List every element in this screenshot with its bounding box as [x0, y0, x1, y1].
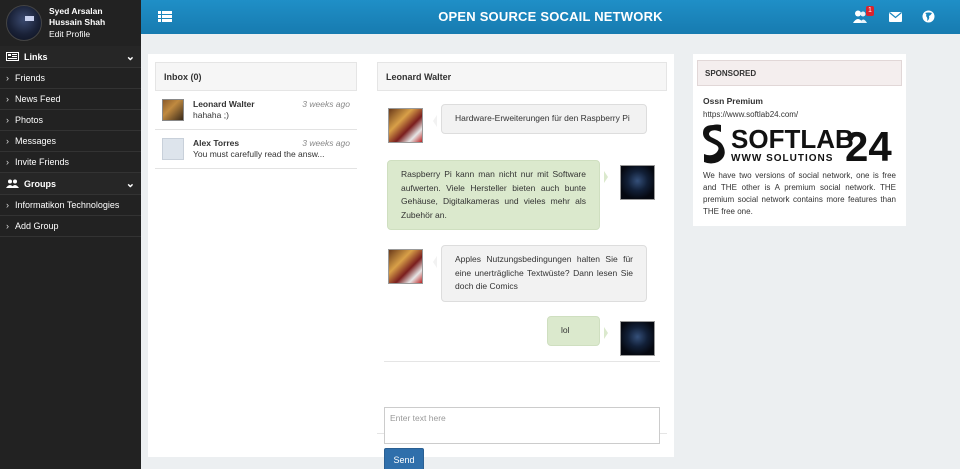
sponsored-title[interactable]: Ossn Premium: [703, 96, 763, 106]
inbox-message-item[interactable]: Alex Torres 3 weeks ago You must carefull…: [155, 130, 357, 169]
sidebar-item-label: Photos: [15, 115, 44, 125]
sidebar-item-label: News Feed: [15, 94, 61, 104]
links-section-header[interactable]: Links ⌄: [0, 46, 141, 68]
messages-panel: Inbox (0) Leonard Walter 3 weeks ago haha…: [148, 54, 674, 469]
sender-name: Leonard Walter: [193, 99, 255, 109]
links-header-label: Links: [24, 51, 48, 62]
svg-text:SOFTLAB: SOFTLAB: [731, 124, 854, 154]
conversation-panel: Leonard Walter Hardware-Erweiterungen fü…: [377, 62, 667, 469]
message-input[interactable]: [384, 407, 660, 444]
message-bubble-outgoing: Raspberry Pi kann man nicht nur mit Soft…: [387, 160, 608, 230]
chevron-right-icon: ›: [6, 221, 9, 231]
topbar: OPEN SOURCE SOCAIL NETWORK 1: [141, 0, 960, 34]
message-bubble-incoming: Hardware-Erweiterungen für den Raspberry…: [433, 104, 647, 134]
sponsored-header: SPONSORED: [697, 60, 902, 86]
sidebar-item-label: Invite Friends: [15, 157, 70, 167]
conversation-body: Hardware-Erweiterungen für den Raspberry…: [377, 91, 667, 469]
chevron-down-icon: ⌄: [125, 178, 135, 190]
chevron-right-icon: ›: [6, 73, 9, 83]
user-name-line2[interactable]: Hussain Shah: [49, 17, 105, 29]
sidebar-item-photos[interactable]: › Photos: [0, 110, 141, 131]
avatar: [620, 321, 655, 356]
inbox-title: Inbox (0): [155, 62, 357, 91]
sidebar-item-label: Informatikon Technologies: [15, 200, 120, 210]
messages-icon[interactable]: [889, 12, 902, 22]
sidebar-item-add-group[interactable]: › Add Group: [0, 216, 141, 237]
sidebar-item-label: Messages: [15, 136, 57, 146]
avatar[interactable]: [6, 5, 42, 41]
links-icon: [6, 52, 19, 61]
inbox-panel: Inbox (0) Leonard Walter 3 weeks ago haha…: [155, 62, 357, 169]
sponsored-description: We have two versions of social network, …: [703, 171, 896, 216]
message-time: 3 weeks ago: [302, 99, 350, 109]
avatar: [388, 108, 423, 143]
inbox-message-item[interactable]: Leonard Walter 3 weeks ago hahaha ;): [155, 91, 357, 130]
sidebar-item-messages[interactable]: › Messages: [0, 131, 141, 152]
message-time: 3 weeks ago: [302, 138, 350, 148]
svg-text:WWW SOLUTIONS: WWW SOLUTIONS: [731, 153, 833, 164]
groups-icon: [6, 179, 19, 188]
user-profile: Syed Arsalan Hussain Shah Edit Profile: [0, 0, 141, 46]
globe-icon[interactable]: [922, 10, 935, 23]
message-preview: hahaha ;): [193, 110, 229, 120]
chevron-right-icon: ›: [6, 157, 9, 167]
chevron-right-icon: ›: [6, 94, 9, 104]
sidebar-item-label: Friends: [15, 73, 46, 83]
chevron-down-icon: ⌄: [125, 51, 135, 63]
message-bubble-outgoing: lol: [547, 316, 608, 346]
sidebar-item-label: Add Group: [15, 221, 59, 231]
chevron-right-icon: ›: [6, 115, 9, 125]
sender-name: Alex Torres: [193, 138, 240, 148]
divider: [384, 361, 660, 362]
sidebar-item-informatikon-technologies[interactable]: › Informatikon Technologies: [0, 195, 141, 216]
site-title: OPEN SOURCE SOCAIL NETWORK: [438, 9, 663, 24]
groups-section-header[interactable]: Groups ⌄: [0, 173, 141, 195]
sidebar: Syed Arsalan Hussain Shah Edit Profile L…: [0, 0, 141, 469]
friend-requests-icon[interactable]: [853, 10, 867, 23]
avatar: [162, 99, 184, 121]
svg-text:24: 24: [845, 123, 892, 165]
avatar: [388, 249, 423, 284]
avatar: [162, 138, 184, 160]
chevron-right-icon: ›: [6, 136, 9, 146]
sidebar-item-friends[interactable]: › Friends: [0, 68, 141, 89]
sidebar-item-news-feed[interactable]: › News Feed: [0, 89, 141, 110]
user-name-line1[interactable]: Syed Arsalan: [49, 6, 105, 18]
chevron-right-icon: ›: [6, 200, 9, 210]
sponsored-widget: SPONSORED Ossn Premium https://www.softl…: [693, 54, 906, 226]
message-bubble-incoming: Apples Nutzungsbedingungen halten Sie fü…: [433, 245, 647, 302]
send-button[interactable]: Send: [384, 448, 424, 469]
conversation-title: Leonard Walter: [377, 62, 667, 91]
message-preview: You must carefully read the answ...: [193, 149, 325, 159]
sidebar-item-invite-friends[interactable]: › Invite Friends: [0, 152, 141, 173]
avatar: [620, 165, 655, 200]
softlab24-logo[interactable]: SOFTLAB WWW SOLUTIONS 24: [701, 123, 897, 165]
edit-profile-link[interactable]: Edit Profile: [49, 29, 105, 41]
groups-header-label: Groups: [24, 178, 57, 189]
sponsored-url[interactable]: https://www.softlab24.com/: [703, 110, 798, 119]
notification-badge: 1: [866, 6, 874, 16]
